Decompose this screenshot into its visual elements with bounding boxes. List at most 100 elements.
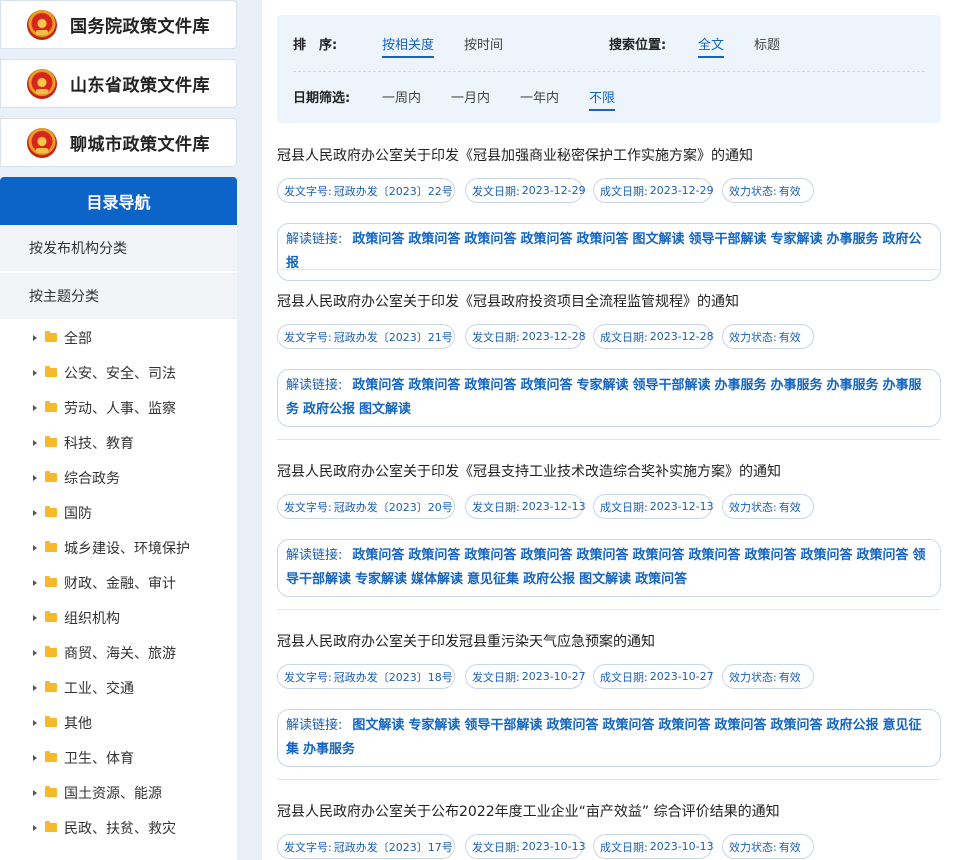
state-council-library-button[interactable]: 国务院政策文件库 — [0, 0, 237, 49]
badge-value: 有效 — [778, 184, 801, 198]
caret-right-icon — [33, 684, 37, 691]
interpretation-link[interactable]: 政策问答 — [408, 378, 460, 393]
shandong-library-button[interactable]: 山东省政策文件库 — [0, 59, 237, 108]
tree-item-label: 卫生、体育 — [64, 750, 134, 767]
interpretation-link[interactable]: 专家解读 — [576, 378, 628, 393]
nav-panel: 按发布机构分类 按主题分类 全部 公安、安全、司法 劳动、人事、监察 科技、教育 综合政… — [0, 225, 237, 860]
interpretation-link[interactable]: 领导干部解读 — [464, 718, 542, 733]
interpretation-link[interactable]: 领导干部解读 — [632, 378, 710, 393]
badge-label: 效力状态: — [729, 500, 777, 514]
interpretation-link[interactable]: 政策问答 — [857, 548, 909, 563]
badge-label: 发文日期: — [472, 330, 520, 344]
category-by-topic[interactable]: 按主题分类 — [0, 273, 237, 319]
tree-item[interactable]: 城乡建设、环境保护 — [0, 530, 237, 565]
document-title-link[interactable]: 冠县人民政府办公室关于印发《冠县政府投资项目全流程监管规程》的通知 — [277, 291, 739, 311]
interpretation-link[interactable]: 政策问答 — [576, 232, 628, 247]
publish-date-badge: 发文日期: 2023-12-13 — [465, 494, 586, 519]
folder-icon — [45, 471, 57, 482]
caret-right-icon — [33, 579, 37, 586]
interpretation-link[interactable]: 政策问答 — [714, 718, 766, 733]
date-month-option[interactable]: 一月内 — [451, 87, 490, 109]
interpretation-link[interactable]: 图文解读 — [632, 232, 684, 247]
date-unlimited-option[interactable]: 不限 — [589, 87, 616, 111]
links-label: 解读链接: — [286, 548, 343, 563]
interpretation-link[interactable]: 办事服务 — [303, 742, 355, 757]
tree-item[interactable]: 商贸、海关、旅游 — [0, 635, 237, 670]
interpretation-link[interactable]: 专家解读 — [771, 232, 823, 247]
tree-item[interactable]: 组织机构 — [0, 600, 237, 635]
sort-relevance-option[interactable]: 按相关度 — [382, 34, 435, 58]
interpretation-link[interactable]: 政策问答 — [464, 378, 516, 393]
document-divider — [277, 779, 941, 780]
interpretation-link[interactable]: 政府公报 — [303, 402, 355, 417]
sort-time-option[interactable]: 按时间 — [464, 34, 503, 56]
interpretation-link[interactable]: 图文解读 — [359, 402, 411, 417]
interpretation-links: 解读链接: 政策问答 政策问答 政策问答 政策问答 政策问答 图文解读 领导干部解读 专家解读办… — [277, 223, 941, 281]
tree-item[interactable]: 工业、交通 — [0, 670, 237, 705]
interpretation-link[interactable]: 政策问答 — [576, 548, 628, 563]
tree-item[interactable]: 国防 — [0, 495, 237, 530]
interpretation-link[interactable]: 政策问答 — [688, 548, 740, 563]
interpretation-link[interactable]: 政策问答 — [464, 232, 516, 247]
interpretation-link[interactable]: 媒体解读 — [411, 572, 463, 587]
interpretation-link[interactable]: 政策问答 — [520, 232, 572, 247]
interpretation-link[interactable]: 政策问答 — [771, 718, 823, 733]
interpretation-link[interactable]: 专家解读 — [355, 572, 407, 587]
tree-item[interactable]: 劳动、人事、监察 — [0, 390, 237, 425]
interpretation-link[interactable]: 政策问答 — [546, 718, 598, 733]
badge-label: 发文日期: — [472, 500, 520, 514]
tree-item[interactable]: 卫生、体育 — [0, 740, 237, 775]
interpretation-link[interactable]: 图文解读 — [352, 718, 404, 733]
interpretation-link[interactable]: 政策问答 — [745, 548, 797, 563]
caret-right-icon — [33, 509, 37, 516]
interpretation-link[interactable]: 办事服务 — [714, 378, 766, 393]
interpretation-link[interactable]: 政策问答 — [602, 718, 654, 733]
interpretation-link[interactable]: 专家解读 — [408, 718, 460, 733]
interpretation-link[interactable]: 政策问答 — [632, 548, 684, 563]
interpretation-link[interactable]: 办事服务 — [827, 378, 879, 393]
date-week-option[interactable]: 一周内 — [382, 87, 421, 109]
folder-icon — [45, 401, 57, 412]
tree-item[interactable]: 公安、安全、司法 — [0, 355, 237, 390]
document-title-link[interactable]: 冠县人民政府办公室关于印发《冠县加强商业秘密保护工作实施方案》的通知 — [277, 145, 753, 165]
position-fulltext-option[interactable]: 全文 — [698, 34, 725, 58]
interpretation-link[interactable]: 政策问答 — [635, 572, 687, 587]
category-by-publisher[interactable]: 按发布机构分类 — [0, 225, 237, 271]
interpretation-link[interactable]: 政府公报 — [523, 572, 575, 587]
folder-icon — [45, 821, 57, 832]
interpretation-link[interactable]: 政策问答 — [520, 378, 572, 393]
document-title-link[interactable]: 冠县人民政府办公室关于印发《冠县支持工业技术改造综合奖补实施方案》的通知 — [277, 461, 781, 481]
tree-item[interactable]: 国土资源、能源 — [0, 775, 237, 810]
interpretation-link[interactable]: 意见征集 — [467, 572, 519, 587]
interpretation-link[interactable]: 政府公报 — [827, 718, 879, 733]
date-filter-label: 日期筛选: — [293, 91, 351, 106]
interpretation-link[interactable]: 图文解读 — [579, 572, 631, 587]
interpretation-link[interactable]: 政策问答 — [408, 548, 460, 563]
interpretation-link[interactable]: 政策问答 — [801, 548, 853, 563]
liaocheng-library-button[interactable]: 聊城市政策文件库 — [0, 118, 237, 167]
doc-number-badge: 发文字号: 冠政办发〔2023〕17号 — [277, 834, 455, 859]
tree-item[interactable]: 其他 — [0, 705, 237, 740]
tree-item[interactable]: 科技、教育 — [0, 425, 237, 460]
interpretation-link[interactable]: 政策问答 — [520, 548, 572, 563]
tree-item[interactable]: 民政、扶贫、救灾 — [0, 810, 237, 845]
interpretation-link[interactable]: 办事服务 — [827, 232, 879, 247]
tree-item[interactable]: 全部 — [0, 320, 237, 355]
interpretation-link[interactable]: 政策问答 — [658, 718, 710, 733]
interpretation-link[interactable]: 政策问答 — [352, 548, 404, 563]
document-title-link[interactable]: 冠县人民政府办公室关于公布2022年度工业企业“亩产效益” 综合评价结果的通知 — [277, 801, 780, 821]
tree-item[interactable]: 综合政务 — [0, 460, 237, 495]
date-year-option[interactable]: 一年内 — [520, 87, 559, 109]
interpretation-link[interactable]: 办事服务 — [771, 378, 823, 393]
interpretation-link[interactable]: 政策问答 — [408, 232, 460, 247]
written-date-badge: 成文日期: 2023-10-27 — [593, 664, 714, 689]
interpretation-link[interactable]: 政策问答 — [464, 548, 516, 563]
document-title-link[interactable]: 冠县人民政府办公室关于印发冠县重污染天气应急预案的通知 — [277, 631, 655, 651]
caret-right-icon — [33, 754, 37, 761]
interpretation-link[interactable]: 政策问答 — [352, 378, 404, 393]
interpretation-link[interactable]: 领导干部解读 — [688, 232, 766, 247]
interpretation-link[interactable]: 政策问答 — [352, 232, 404, 247]
position-title-option[interactable]: 标题 — [754, 34, 780, 56]
tree-item[interactable]: 财政、金融、审计 — [0, 565, 237, 600]
library-label: 聊城市政策文件库 — [70, 135, 210, 155]
